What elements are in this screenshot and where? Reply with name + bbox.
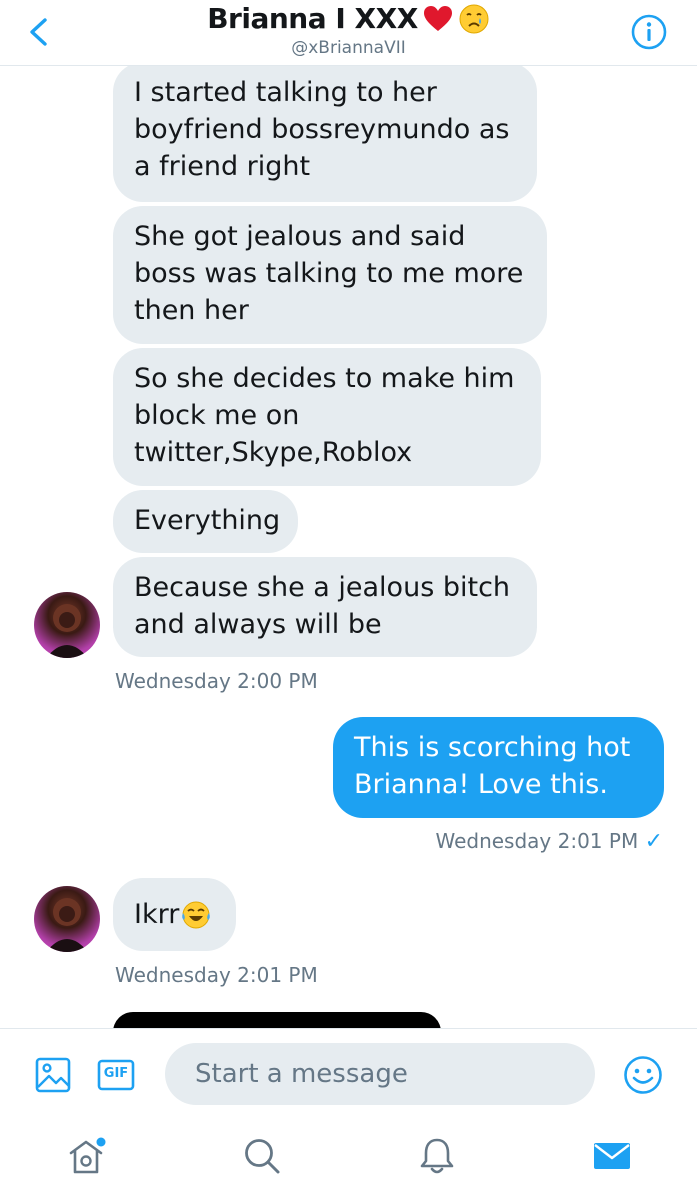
contact-avatar[interactable] [34, 592, 100, 658]
incoming-message[interactable]: Because she a jealous bitch and always w… [113, 557, 537, 657]
envelope-icon [594, 1143, 630, 1169]
info-icon [631, 14, 667, 50]
contact-handle: @xBriannaVII [291, 38, 406, 58]
smiley-icon [624, 1056, 662, 1094]
contact-avatar[interactable] [34, 886, 100, 952]
message-input[interactable] [195, 1059, 595, 1089]
message-timestamp: Wednesday 2:00 PM [115, 669, 318, 693]
message-timestamp: Wednesday 2:01 PM [115, 963, 318, 987]
gif-label: GIF [103, 1066, 129, 1081]
incoming-message[interactable]: Ikrr [113, 878, 236, 951]
image-icon [35, 1057, 71, 1093]
tab-home[interactable] [64, 1134, 108, 1178]
tears-of-joy-emoji [182, 901, 211, 928]
red-heart-emoji [423, 5, 452, 31]
tab-search[interactable] [240, 1134, 284, 1178]
timestamp-text: Wednesday 2:01 PM [435, 829, 639, 853]
bottom-tab-bar [0, 1120, 697, 1200]
outgoing-message[interactable]: This is scorching hot Brianna! Love this… [333, 717, 664, 818]
emoji-button[interactable] [622, 1054, 664, 1096]
search-icon [245, 1139, 280, 1174]
incoming-message[interactable]: I started talking to her boyfriend bossr… [113, 66, 537, 202]
incoming-media-message[interactable] [113, 1012, 441, 1028]
add-gif-button[interactable]: GIF [96, 1055, 136, 1095]
avatar-photo [46, 604, 88, 658]
tab-messages[interactable] [590, 1134, 634, 1178]
message-composer: GIF [0, 1028, 697, 1120]
info-button[interactable] [629, 12, 669, 52]
tab-notifications[interactable] [415, 1134, 459, 1178]
incoming-message[interactable]: She got jealous and said boss was talkin… [113, 206, 547, 344]
incoming-message[interactable]: Everything [113, 490, 298, 553]
read-check-icon: ✓ [644, 829, 663, 854]
message-timestamp: Wednesday 2:01 PM ✓ [435, 829, 663, 854]
add-photo-button[interactable] [34, 1055, 74, 1095]
message-text: Ikrr [134, 899, 180, 930]
message-list[interactable]: I started talking to her boyfriend bossr… [0, 66, 697, 1028]
notification-dot-icon [96, 1137, 106, 1147]
message-input-field[interactable] [165, 1043, 595, 1105]
dm-conversation-screen: Brianna I XXX @xBriannaVII I started tal… [0, 0, 697, 1200]
home-icon [69, 1137, 106, 1174]
conversation-title[interactable]: Brianna I XXX [0, 2, 697, 35]
bell-icon [420, 1138, 454, 1174]
crying-face-emoji [459, 4, 489, 33]
incoming-message[interactable]: So she decides to make him block me on t… [113, 348, 541, 486]
avatar-photo [46, 898, 88, 952]
contact-name: Brianna I XXX [207, 2, 418, 35]
conversation-header: Brianna I XXX @xBriannaVII [0, 0, 697, 66]
